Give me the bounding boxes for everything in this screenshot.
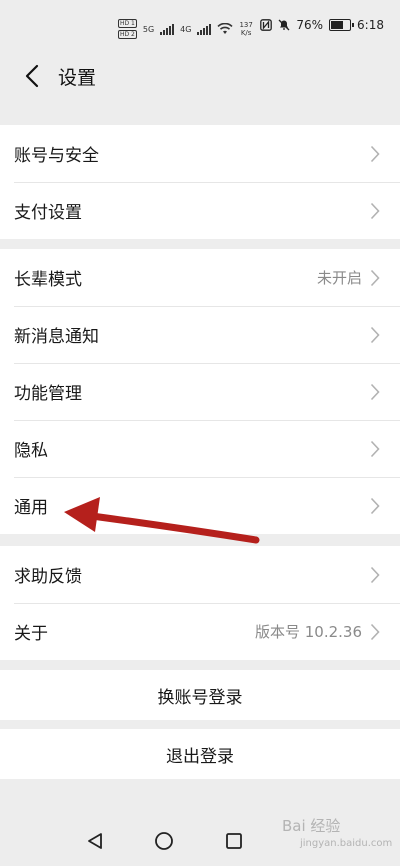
net-type-label: 5G (142, 24, 155, 34)
settings-item-label: 求助反馈 (14, 567, 82, 587)
battery-icon (329, 19, 355, 31)
settings-item-payment[interactable]: 支付设置 (0, 182, 400, 239)
settings-item-account-security[interactable]: 账号与安全 (0, 125, 400, 182)
speed-unit: K/s (240, 29, 252, 37)
settings-item-label: 账号与安全 (14, 146, 99, 166)
settings-item-features[interactable]: 功能管理 (0, 363, 400, 420)
settings-item-label: 长辈模式 (14, 270, 82, 290)
settings-item-about[interactable]: 关于 版本号 10.2.36 (0, 603, 400, 660)
chevron-left-icon (25, 64, 39, 88)
nav-home-button[interactable] (153, 830, 175, 852)
nfc-icon (260, 19, 273, 31)
chevron-right-icon (368, 496, 382, 516)
watermark-url: jingyan.baidu.com (300, 838, 393, 849)
settings-group-help: 求助反馈 关于 版本号 10.2.36 (0, 546, 400, 660)
status-bar: HD 1 HD 2 5G 4G 137 K/s 76% 6:18 (0, 0, 400, 50)
settings-group-account: 账号与安全 支付设置 (0, 125, 400, 239)
triangle-back-icon (88, 833, 102, 849)
settings-item-label: 支付设置 (14, 203, 82, 223)
settings-item-label: 隐私 (14, 441, 48, 461)
version-number: 版本号 10.2.36 (254, 623, 362, 641)
settings-item-label: 新消息通知 (14, 327, 99, 347)
battery-fill (331, 21, 344, 29)
back-button[interactable] (10, 54, 54, 98)
chevron-right-icon (368, 439, 382, 459)
clock: 6:18 (357, 18, 384, 32)
battery-percent: 76% (296, 18, 324, 32)
mute-icon (278, 19, 290, 31)
square-recents-icon (226, 833, 242, 849)
settings-item-feedback[interactable]: 求助反馈 (0, 546, 400, 603)
status-left: HD 1 HD 2 5G 4G 137 K/s (118, 16, 253, 42)
settings-item-privacy[interactable]: 隐私 (0, 420, 400, 477)
wifi-icon (217, 23, 234, 34)
settings-item-general[interactable]: 通用 (0, 477, 400, 534)
circle-home-icon (155, 832, 173, 850)
settings-item-elder-mode[interactable]: 长辈模式 未开启 (0, 249, 400, 306)
signal-icon (160, 23, 175, 35)
net-type2-label: 4G (180, 24, 192, 34)
settings-item-label: 关于 (14, 624, 48, 644)
nav-recents-button[interactable] (223, 830, 245, 852)
hd2-badge: HD 2 (118, 30, 137, 39)
chevron-right-icon (368, 325, 382, 345)
hd1-badge: HD 1 (118, 19, 137, 28)
chevron-right-icon (368, 144, 382, 164)
switch-account-button[interactable]: 换账号登录 (0, 670, 400, 720)
network-speed: 137 K/s (239, 21, 252, 37)
chevron-right-icon (368, 622, 382, 642)
status-right: 76% 6:18 (260, 18, 384, 32)
nav-back-button[interactable] (84, 830, 106, 852)
chevron-right-icon (368, 268, 382, 288)
settings-item-label: 功能管理 (14, 384, 82, 404)
hd-indicators: HD 1 HD 2 (118, 19, 137, 39)
chevron-right-icon (368, 565, 382, 585)
settings-item-notifications[interactable]: 新消息通知 (0, 306, 400, 363)
baidu-watermark: Bai 经验 jingyan.baidu.com (282, 818, 392, 858)
speed-value: 137 (239, 21, 253, 29)
app-header: 设置 (0, 50, 400, 102)
signal-icon-2 (197, 23, 212, 35)
logout-button[interactable]: 退出登录 (0, 729, 400, 779)
page-title: 设置 (58, 66, 97, 89)
settings-group-general: 长辈模式 未开启 新消息通知 功能管理 隐私 通用 (0, 249, 400, 534)
chevron-right-icon (368, 382, 382, 402)
chevron-right-icon (368, 201, 382, 221)
settings-item-label: 通用 (14, 498, 48, 518)
elder-mode-status: 未开启 (316, 269, 362, 287)
watermark-brand: Bai 经验 (282, 817, 341, 835)
